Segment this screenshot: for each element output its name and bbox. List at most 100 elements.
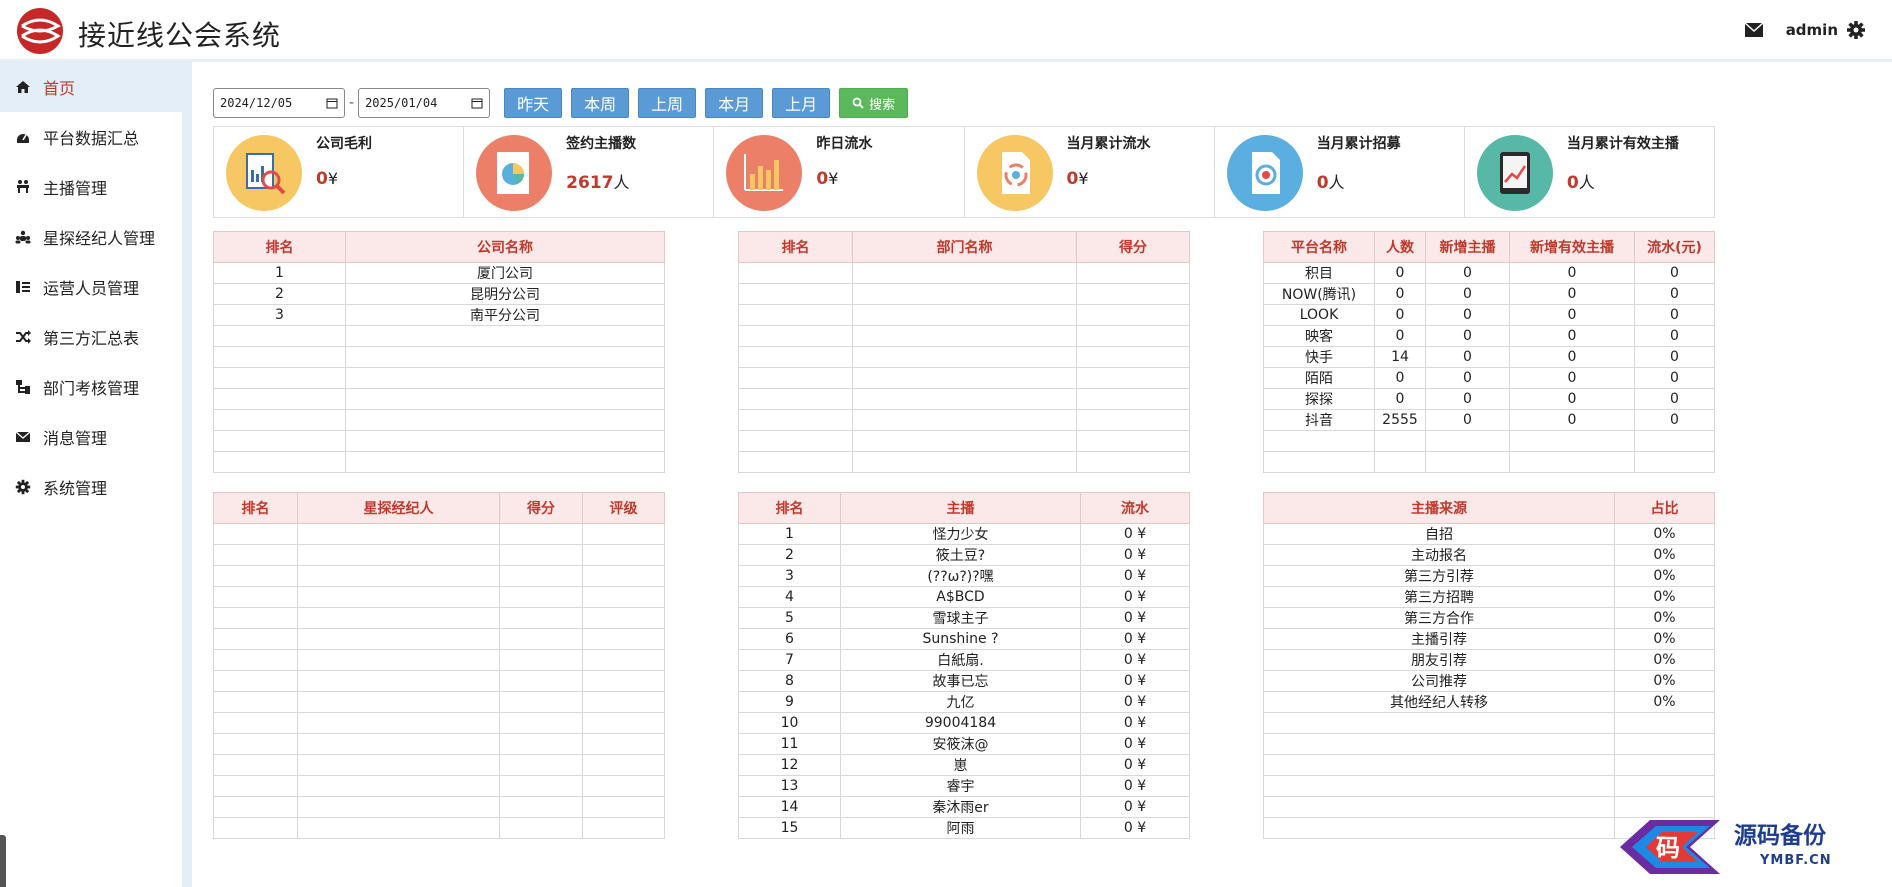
quick-range-button[interactable]: 本月	[705, 88, 764, 118]
end-date-input[interactable]: 2025/01/04	[358, 88, 491, 118]
table-row: 1 怪力少女 0 ¥	[738, 523, 1190, 545]
table-cell	[499, 523, 583, 545]
table-cell: 0 ¥	[1080, 523, 1190, 545]
table-row: 2 昆明分公司	[213, 283, 665, 305]
table-cell	[852, 388, 1077, 410]
table-row	[213, 544, 665, 566]
calendar-icon[interactable]	[326, 97, 338, 109]
table-cell	[1076, 409, 1190, 431]
table-row: 第三方引荐 0%	[1263, 565, 1715, 587]
table-cell: 0 ¥	[1080, 544, 1190, 566]
mail-icon[interactable]	[1744, 22, 1764, 38]
table-row	[213, 565, 665, 587]
quick-range-button[interactable]: 本周	[571, 88, 630, 118]
column-header: 评级	[582, 492, 665, 524]
table-row: 第三方招聘 0%	[1263, 586, 1715, 608]
table-cell	[582, 523, 665, 545]
table-cell	[499, 586, 583, 608]
stat-icon	[226, 135, 302, 211]
watermark-glyph: 码	[1656, 834, 1680, 862]
table-cell	[582, 607, 665, 629]
sidebar-item-7[interactable]: 消息管理	[0, 412, 182, 462]
table-cell	[297, 586, 500, 608]
table-header-row: 排名 部门名称 得分	[738, 231, 1190, 263]
sidebar-item-2[interactable]: 主播管理	[0, 162, 182, 212]
table-cell: 1	[213, 262, 346, 284]
calendar-icon[interactable]	[471, 97, 483, 109]
table-cell	[499, 628, 583, 650]
sidebar-item-3[interactable]: 星探经纪人管理	[0, 212, 182, 262]
table-cell: 0 ¥	[1080, 817, 1190, 839]
table-cell	[213, 586, 298, 608]
table-cell: 0	[1374, 367, 1426, 389]
table-cell	[499, 817, 583, 839]
table-row	[738, 430, 1190, 452]
table-cell: 0	[1425, 346, 1510, 368]
gear-icon[interactable]	[1846, 20, 1866, 40]
table-row	[738, 367, 1190, 389]
table-cell	[345, 388, 665, 410]
table-cell	[1263, 430, 1375, 452]
table-cell	[345, 409, 665, 431]
table-cell	[345, 346, 665, 368]
stat-number: 0	[1316, 173, 1329, 193]
stat-card: 签约主播数 2617人	[464, 127, 715, 217]
table-cell: 0%	[1614, 607, 1715, 629]
table-cell	[499, 754, 583, 776]
table-row	[738, 304, 1190, 326]
table-row	[738, 346, 1190, 368]
scout-ranking-table: 排名 星探经纪人 得分 评级	[213, 492, 665, 839]
sidebar-collapse-handle[interactable]	[0, 835, 6, 887]
table-cell	[738, 346, 853, 368]
table-cell: 2555	[1374, 409, 1426, 431]
sidebar-item-4[interactable]: 运营人员管理	[0, 262, 182, 312]
column-header: 流水(元)	[1634, 231, 1715, 263]
start-date-value: 2024/12/05	[220, 96, 293, 110]
table-cell	[1076, 262, 1190, 284]
table-cell: 0	[1374, 325, 1426, 347]
table-cell	[1263, 451, 1375, 473]
table-cell	[1263, 712, 1615, 734]
column-header: 排名	[213, 231, 346, 263]
sidebar-item-0[interactable]: 首页	[0, 62, 182, 112]
table-cell: 11	[738, 733, 841, 755]
user-menu[interactable]: admin	[1786, 20, 1866, 40]
table-cell: 0	[1509, 262, 1635, 284]
sidebar-item-5[interactable]: 第三方汇总表	[0, 312, 182, 362]
quick-range-button[interactable]: 上月	[772, 88, 831, 118]
table-header-row: 排名 星探经纪人 得分 评级	[213, 492, 665, 524]
start-date-input[interactable]: 2024/12/05	[213, 88, 345, 118]
sidebar-item-1[interactable]: 平台数据汇总	[0, 112, 182, 162]
table-cell	[1614, 754, 1715, 776]
table-row	[738, 262, 1190, 284]
quick-range-button[interactable]: 上周	[638, 88, 697, 118]
table-cell	[499, 565, 583, 587]
table-cell: 2	[738, 544, 841, 566]
sidebar-item-label: 消息管理	[43, 429, 108, 448]
table-cell: 0 ¥	[1080, 607, 1190, 629]
table-cell: 0 ¥	[1080, 565, 1190, 587]
org-icon	[14, 378, 32, 396]
table-cell: 0	[1425, 283, 1510, 305]
sidebar-item-label: 第三方汇总表	[43, 329, 140, 348]
table-cell	[1263, 754, 1615, 776]
table-cell: A$BCD	[840, 586, 1081, 608]
table-cell: 九亿	[840, 691, 1081, 713]
table-cell	[1634, 451, 1715, 473]
table-row: 第三方合作 0%	[1263, 607, 1715, 629]
stat-number: 0	[316, 169, 328, 189]
sidebar-item-8[interactable]: 系统管理	[0, 462, 182, 512]
table-row: 映客 0 0 0 0	[1263, 325, 1715, 347]
table-row	[213, 607, 665, 629]
table-row: 5 雪球主子 0 ¥	[738, 607, 1190, 629]
stat-value: 0¥	[816, 169, 838, 189]
table-cell	[1509, 451, 1635, 473]
table-cell: 0	[1425, 409, 1510, 431]
search-button[interactable]: 搜索	[839, 88, 909, 118]
sidebar-item-6[interactable]: 部门考核管理	[0, 362, 182, 412]
dashboard-icon	[14, 128, 32, 146]
quick-range-button[interactable]: 昨天	[504, 88, 563, 118]
table-cell: 99004184	[840, 712, 1081, 734]
end-date-value: 2025/01/04	[365, 96, 438, 110]
stat-icon	[1476, 135, 1553, 211]
